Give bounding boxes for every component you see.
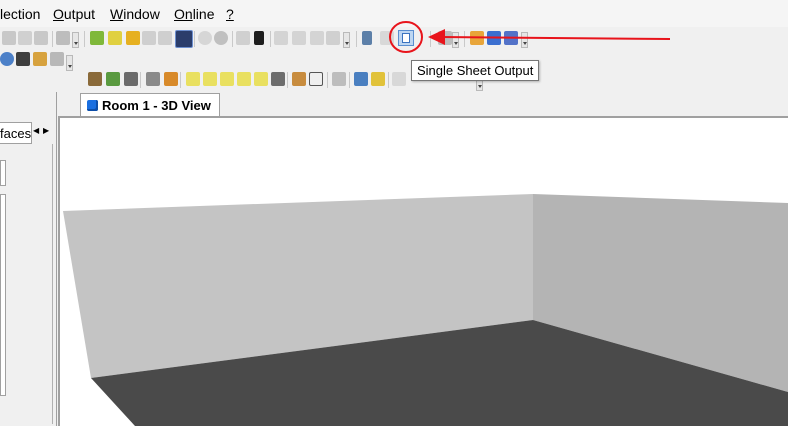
panel-content: [0, 144, 53, 424]
annotation-arrowhead: [428, 29, 445, 45]
annotation-overlay: [389, 21, 671, 53]
panel-field[interactable]: [0, 160, 6, 186]
panel-list[interactable]: [0, 194, 6, 396]
scroll-right-icon[interactable]: ▶: [43, 126, 49, 135]
3d-viewport[interactable]: [58, 116, 788, 426]
view-tab[interactable]: Room 1 - 3D View: [80, 93, 220, 116]
surfaces-tab[interactable]: faces: [0, 122, 32, 144]
room-3d-render: [63, 194, 788, 426]
scroll-left-icon[interactable]: ◀: [33, 126, 39, 135]
annotation-arrow-line: [439, 36, 671, 40]
left-panel: faces ◀ ▶: [0, 92, 57, 426]
cube-icon: [87, 99, 98, 111]
surfaces-tab-label: faces: [0, 126, 32, 141]
highlight-circle: [389, 21, 423, 53]
view-tab-label: Room 1 - 3D View: [102, 97, 211, 113]
